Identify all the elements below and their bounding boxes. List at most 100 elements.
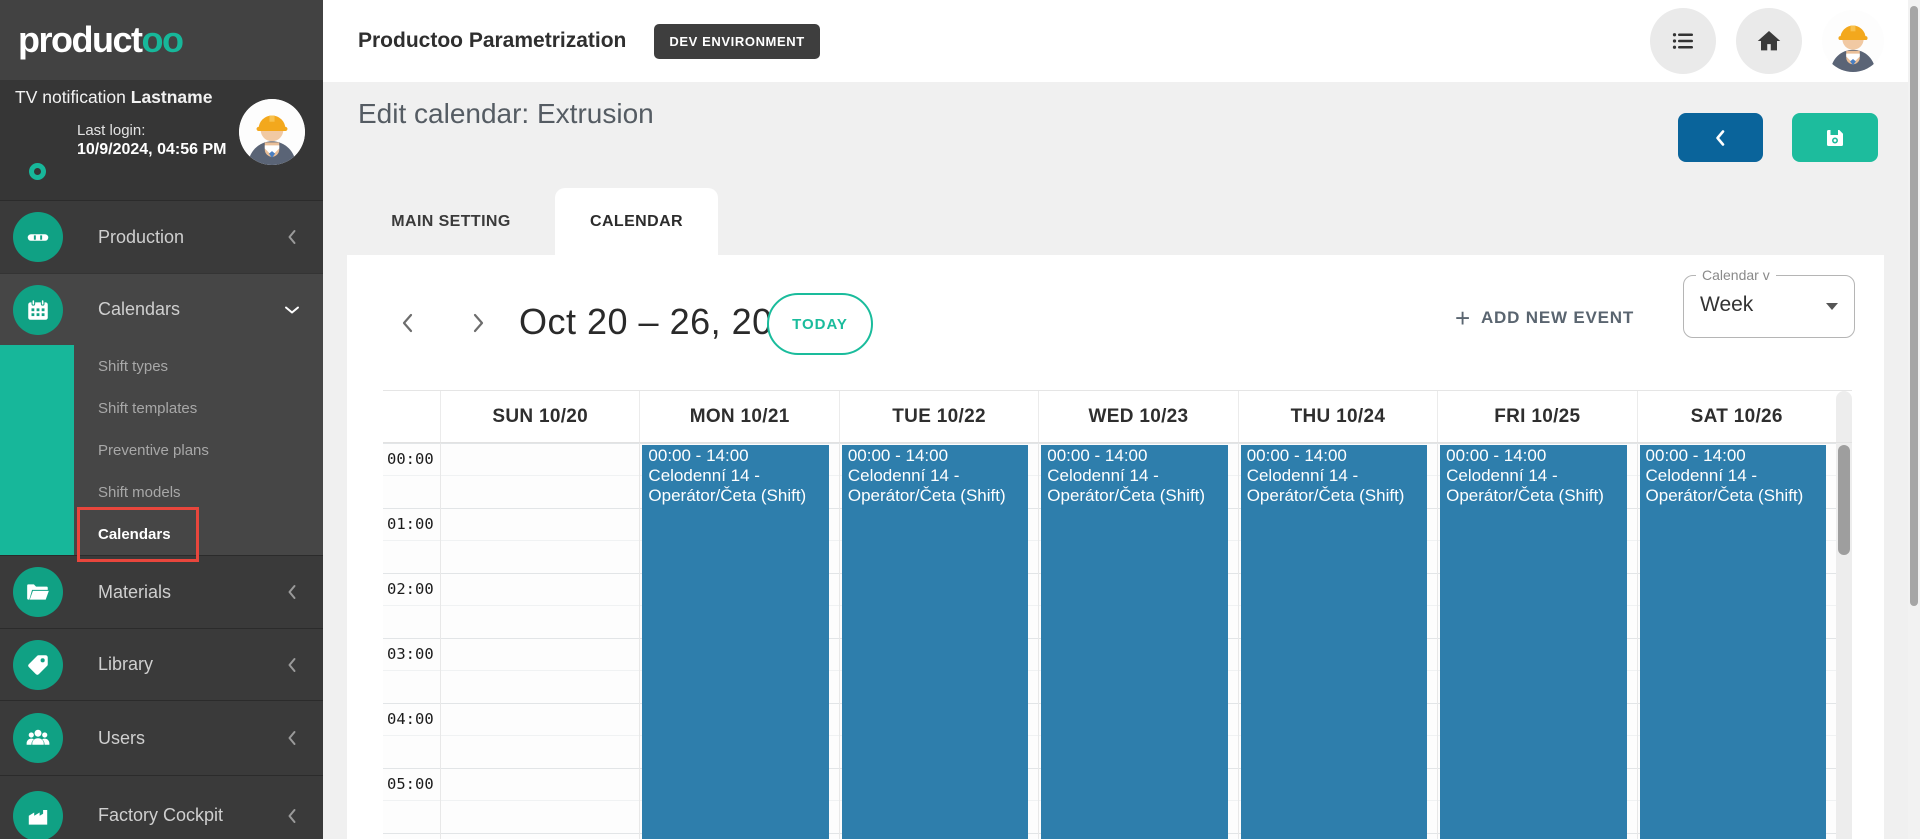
chevron-left-icon [281,805,303,827]
day-header-thu: THU 10/24 [1238,391,1437,442]
sidebar-item-factory-cockpit[interactable]: Factory Cockpit [0,775,323,839]
event-title: Celodenní 14 - [1646,466,1820,486]
home-button[interactable] [1736,8,1802,74]
event-subtitle: Operátor/Četa (Shift) [1446,486,1620,506]
shift-event[interactable]: 00:00 - 14:00 Celodenní 14 - Operátor/Če… [842,445,1028,839]
event-subtitle: Operátor/Četa (Shift) [1646,486,1820,506]
sidebar-item-label: Calendars [98,299,180,320]
user-block: TV notification Lastname Last login: 10/… [0,80,323,200]
users-icon [13,713,63,763]
day-header-tue: TUE 10/22 [839,391,1038,442]
day-column-thu[interactable]: 00:00 - 14:00 Celodenní 14 - Operátor/Če… [1238,443,1437,839]
add-new-event-button[interactable]: + ADD NEW EVENT [1455,307,1634,329]
shift-event[interactable]: 00:00 - 14:00 Celodenní 14 - Operátor/Če… [642,445,828,839]
day-column-fri[interactable]: 00:00 - 14:00 Celodenní 14 - Operátor/Če… [1437,443,1636,839]
folder-icon [13,567,63,617]
event-title: Celodenní 14 - [848,466,1022,486]
sidebar-item-users[interactable]: Users [0,700,323,775]
add-new-event-label: ADD NEW EVENT [1481,308,1634,328]
chevron-right-icon [465,310,491,336]
annotation-highlight-box [77,507,199,562]
event-title: Celodenní 14 - [648,466,822,486]
time-label: 02:00 [387,580,434,598]
calendar-panel: Oct 20 – 26, 2024 TODAY + ADD NEW EVENT … [347,255,1884,839]
event-title: Celodenní 14 - [1446,466,1620,486]
sidebar-item-library[interactable]: Library [0,628,323,700]
time-label: 04:00 [387,710,434,728]
page-scrollbar[interactable] [1908,0,1920,839]
calendar-view-select[interactable]: Calendar v Week [1683,275,1855,338]
tab-main-setting[interactable]: MAIN SETTING [347,188,555,255]
user-name: TV notification Lastname [15,87,212,108]
calendar-header-row: SUN 10/20 MON 10/21 TUE 10/22 WED 10/23 … [383,391,1852,443]
sidebar-item-production[interactable]: Production [0,200,323,273]
day-header-mon: MON 10/21 [639,391,838,442]
day-column-sat[interactable]: 00:00 - 14:00 Celodenní 14 - Operátor/Če… [1637,443,1836,839]
calendar-view-select-label: Calendar v [1696,267,1776,283]
time-gutter: 00:00 01:00 02:00 03:00 04:00 05:00 [383,443,440,839]
chevron-left-icon [1709,126,1733,150]
event-title: Celodenní 14 - [1047,466,1221,486]
day-header-fri: FRI 10/25 [1437,391,1636,442]
home-icon [1754,26,1784,56]
shift-event[interactable]: 00:00 - 14:00 Celodenní 14 - Operátor/Če… [1440,445,1626,839]
event-title: Celodenní 14 - [1247,466,1421,486]
week-calendar: SUN 10/20 MON 10/21 TUE 10/22 WED 10/23 … [383,390,1852,839]
shift-event[interactable]: 00:00 - 14:00 Celodenní 14 - Operátor/Če… [1041,445,1227,839]
sidebar-item-materials[interactable]: Materials [0,555,323,628]
next-week-button[interactable] [465,310,491,336]
day-column-wed[interactable]: 00:00 - 14:00 Celodenní 14 - Operátor/Če… [1038,443,1237,839]
sidebar-item-label: Users [98,728,145,749]
app-title: Productoo Parametrization [358,29,626,53]
avatar[interactable] [1822,10,1884,72]
list-icon [1668,26,1698,56]
event-subtitle: Operátor/Četa (Shift) [1047,486,1221,506]
chevron-left-icon [281,226,303,248]
today-button[interactable]: TODAY [767,293,873,355]
last-login-label: Last login: [77,122,145,139]
sidebar-item-label: Library [98,654,153,675]
back-button[interactable] [1678,113,1763,162]
shift-event[interactable]: 00:00 - 14:00 Celodenní 14 - Operátor/Če… [1640,445,1826,839]
logo-text: product [18,19,141,60]
calendar-view-select-value: Week [1700,293,1753,317]
day-column-tue[interactable]: 00:00 - 14:00 Celodenní 14 - Operátor/Če… [839,443,1038,839]
event-time: 00:00 - 14:00 [1446,446,1620,466]
productoo-logo[interactable]: productoo [18,19,182,61]
calendar-icon [13,285,63,335]
calendar-scrollbar[interactable] [1836,443,1852,839]
plus-icon: + [1455,307,1471,329]
tag-icon [13,640,63,690]
sidebar-item-calendars[interactable]: Calendars [0,273,323,345]
worker-avatar-icon [1822,10,1884,72]
time-label: 01:00 [387,515,434,533]
chevron-down-icon [281,299,303,321]
event-time: 00:00 - 14:00 [1247,446,1421,466]
tab-calendar[interactable]: CALENDAR [555,188,718,255]
calendar-scrollbar-thumb[interactable] [1838,445,1850,555]
main-area: Productoo Parametrization DEV ENVIRONMEN… [323,0,1920,839]
day-column-mon[interactable]: 00:00 - 14:00 Celodenní 14 - Operátor/Če… [639,443,838,839]
save-button[interactable] [1792,113,1878,162]
calendar-body: 00:00 01:00 02:00 03:00 04:00 05:00 00:0… [383,443,1852,839]
shift-event[interactable]: 00:00 - 14:00 Celodenní 14 - Operátor/Če… [1241,445,1427,839]
sidebar-item-label: Factory Cockpit [98,805,223,826]
save-icon [1823,126,1847,150]
day-header-wed: WED 10/23 [1038,391,1237,442]
previous-week-button[interactable] [395,310,421,336]
event-time: 00:00 - 14:00 [1646,446,1820,466]
sidebar-item-label: Materials [98,582,171,603]
list-menu-button[interactable] [1650,8,1716,74]
event-subtitle: Operátor/Četa (Shift) [648,486,822,506]
page-scrollbar-thumb[interactable] [1910,6,1918,606]
event-time: 00:00 - 14:00 [648,446,822,466]
day-column-sun[interactable] [440,443,639,839]
event-subtitle: Operátor/Četa (Shift) [848,486,1022,506]
sidebar: productoo TV notification Lastname Last … [0,0,323,839]
logo-bar: productoo [0,0,323,80]
avatar[interactable] [239,99,305,165]
sidebar-item-label: Production [98,227,184,248]
time-gutter-header [383,391,440,442]
chevron-left-icon [281,654,303,676]
page-title: Edit calendar: Extrusion [358,98,654,130]
